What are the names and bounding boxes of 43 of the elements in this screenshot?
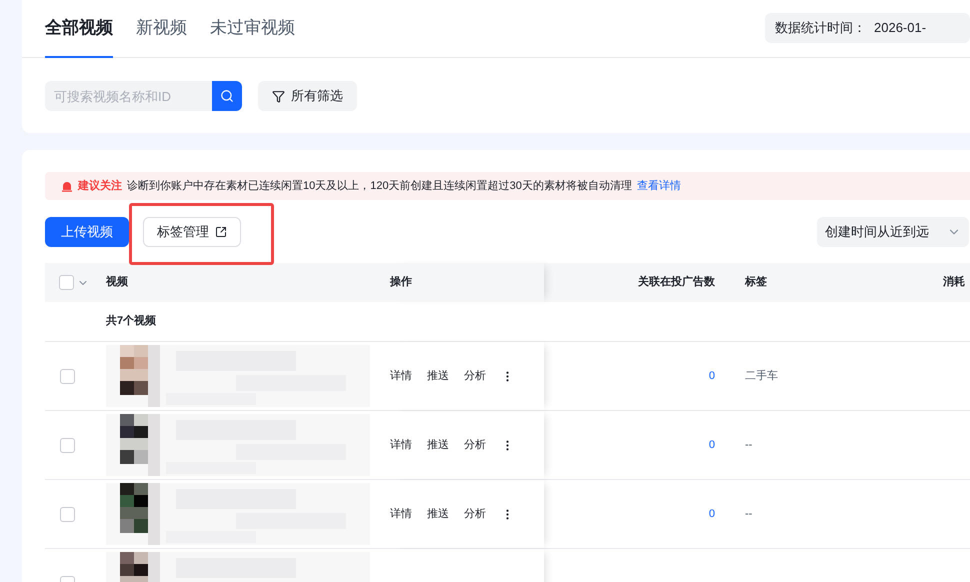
row-action-link[interactable]: 推送	[427, 368, 449, 384]
search-button[interactable]	[212, 81, 242, 111]
row-action-link[interactable]: 分析	[464, 368, 486, 384]
search-icon	[220, 89, 234, 103]
row-action-link[interactable]: 推送	[427, 506, 449, 522]
video-count: 共7个视频	[106, 314, 156, 330]
checkbox[interactable]	[60, 506, 75, 522]
column-header: 消耗	[943, 274, 965, 290]
ads-count-link[interactable]: 0	[708, 436, 715, 454]
column-header: 标签	[745, 276, 767, 288]
row-action-link[interactable]: 详情	[390, 368, 412, 384]
tag-manage-button[interactable]: 标签管理	[143, 217, 241, 247]
row-action-link[interactable]: 详情	[390, 436, 412, 454]
tab[interactable]: 全部视频	[45, 16, 113, 58]
tab[interactable]: 新视频	[136, 16, 187, 58]
filter-icon	[272, 90, 285, 102]
alert-message: 诊断到你账户中存在素材已连续闲置10天及以上，120天前创建且连续闲置超过30天的素材将被自动清理	[127, 178, 632, 194]
alert-link[interactable]: 查看详情	[636, 178, 681, 194]
column-header: 视频	[106, 276, 128, 288]
stats-time-value: 2026-01-	[874, 19, 926, 38]
alert-title: 建议关注	[78, 178, 122, 194]
row-action-link[interactable]: 详情	[390, 506, 412, 522]
tag-text: 二手车	[745, 368, 778, 384]
stats-time-label: 数据统计时间：	[775, 19, 866, 38]
filter-button[interactable]: 所有筛选	[258, 81, 357, 111]
external-link-icon	[215, 226, 227, 238]
sort-select[interactable]: 创建时间从近到远	[817, 217, 969, 247]
row-action-link[interactable]: 分析	[464, 506, 486, 522]
tag-text: --	[745, 438, 752, 453]
ads-count-link[interactable]: 0	[708, 506, 715, 522]
alarm-icon	[61, 180, 73, 192]
column-header: 操作	[390, 275, 412, 290]
upload-button[interactable]: 上传视频	[45, 217, 129, 247]
checkbox[interactable]	[60, 438, 75, 452]
checkbox[interactable]	[59, 275, 74, 290]
checkbox[interactable]	[60, 368, 75, 384]
search-field[interactable]: 可搜索视频名称和ID	[45, 81, 212, 111]
ads-count-link[interactable]: 0	[708, 368, 715, 384]
tab[interactable]: 未过审视频	[210, 16, 295, 58]
row-action-link[interactable]: 推送	[427, 436, 449, 454]
column-header: 关联在投广告数	[638, 274, 715, 290]
row-action-link[interactable]: 分析	[464, 436, 486, 454]
tag-text: --	[745, 506, 752, 522]
